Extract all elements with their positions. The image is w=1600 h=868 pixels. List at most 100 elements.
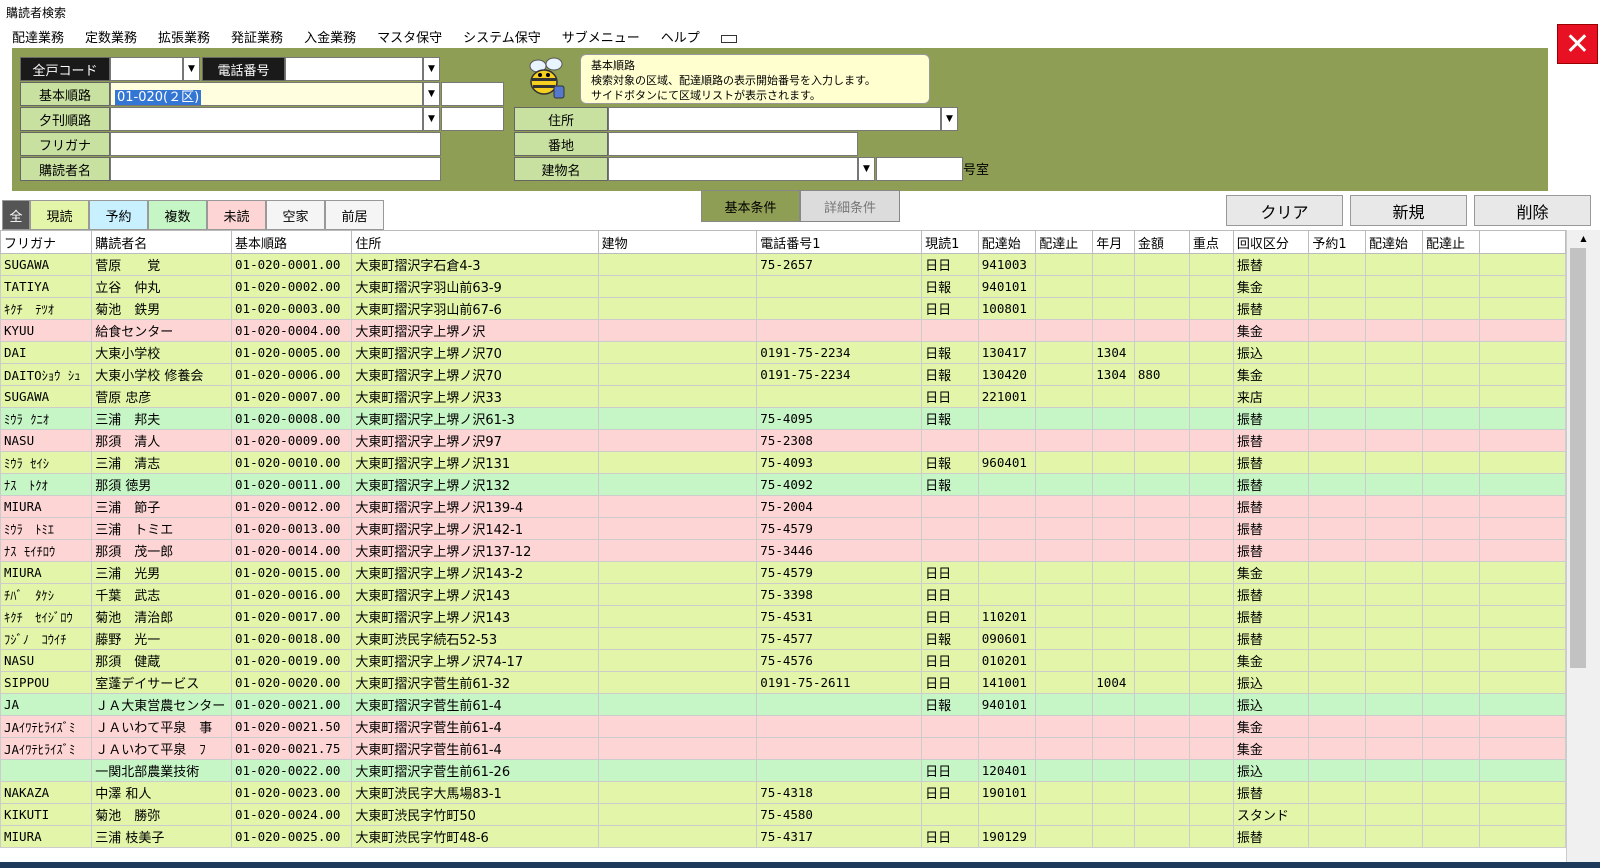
column-header[interactable]: 年月 <box>1092 230 1135 254</box>
table-row[interactable]: JAｲﾜﾃﾋﾗｲｽﾞﾐ ＪＡいわて平泉 事 01-020-0021.50 大東町摺沢字… <box>0 715 1566 738</box>
table-row[interactable]: ﾁﾊﾞ ﾀｹｼ 千葉 武志 01-020-0016.00 大東町摺沢字上堺ノ沢143 7… <box>0 583 1566 606</box>
minimize-icon[interactable] <box>720 35 737 43</box>
table-cell <box>1092 715 1135 738</box>
column-header[interactable]: 予約1 <box>1308 230 1366 254</box>
column-header[interactable]: 建物 <box>597 230 758 254</box>
tab-all[interactable]: 全 <box>2 200 30 230</box>
table-row[interactable]: ﾅｽ ﾄｸｵ 那須 徳男 01-020-0011.00 大東町摺沢字上堺ノ沢132 75… <box>0 473 1566 496</box>
table-row[interactable]: NASU 那須 清人 01-020-0009.00 大東町摺沢字上堺ノ沢97 75-23… <box>0 429 1566 452</box>
evening-route-label: 夕刊順路 <box>20 107 110 131</box>
all-code-dropdown[interactable]: ▼ <box>183 57 200 81</box>
menu-extended[interactable]: 拡張業務 <box>158 27 210 46</box>
delete-button[interactable]: 削除 <box>1474 195 1591 226</box>
table-row[interactable]: DAI 大東小学校 01-020-0005.00 大東町摺沢字上堺ノ沢70 0191-7… <box>0 341 1566 364</box>
phone-input[interactable] <box>285 57 423 81</box>
scroll-up-icon[interactable]: ▲ <box>1567 230 1600 247</box>
address-input[interactable] <box>608 107 941 131</box>
table-row[interactable]: MIURA 三浦 節子 01-020-0012.00 大東町摺沢字上堺ノ沢139-4 7… <box>0 495 1566 518</box>
building-dropdown[interactable]: ▼ <box>858 157 875 181</box>
basic-route-number-input[interactable] <box>441 82 504 106</box>
column-header[interactable]: フリガナ <box>0 230 93 254</box>
evening-route-dropdown[interactable]: ▼ <box>423 107 440 131</box>
room-input[interactable] <box>876 157 963 181</box>
table-row[interactable]: ﾌｼﾞﾉ ｺｳｲﾁ 藤野 光一 01-020-0018.00 大東町渋民字続石52-5… <box>0 627 1566 650</box>
menu-delivery[interactable]: 配達業務 <box>12 27 64 46</box>
new-button[interactable]: 新規 <box>1350 195 1467 226</box>
column-header[interactable]: 回収区分 <box>1232 230 1310 254</box>
table-cell: 75-4093 <box>756 451 923 474</box>
table-cell: NASU <box>0 649 93 672</box>
column-header[interactable]: 基本順路 <box>231 230 353 254</box>
table-cell: 日報 <box>921 341 979 364</box>
column-header[interactable]: 重点 <box>1188 230 1234 254</box>
menu-help[interactable]: ヘルプ <box>661 27 700 46</box>
tab-basic-conditions[interactable]: 基本条件 <box>701 190 800 222</box>
table-row[interactable]: JA ＪＡ大東営農センター 01-020-0021.00 大東町摺沢字菅生前61-4 日… <box>0 693 1566 716</box>
table-cell <box>1035 715 1094 738</box>
column-header[interactable]: 現読1 <box>921 230 979 254</box>
table-row[interactable]: SUGAWA 菅原 覚 01-020-0001.00 大東町摺沢字石倉4-3 75-26… <box>0 253 1566 276</box>
table-row[interactable]: JAｲﾜﾃﾋﾗｲｽﾞﾐ ＪＡいわて平泉 ﾌ 01-020-0021.75 大東町摺沢字… <box>0 737 1566 760</box>
tab-current[interactable]: 現読 <box>30 200 89 230</box>
table-row[interactable]: ﾐｳﾗ ｾｲｼ 三浦 清志 01-020-0010.00 大東町摺沢字上堺ノ沢131 7… <box>0 451 1566 474</box>
table-cell: ﾐｳﾗ ｸﾆｵ <box>0 407 93 430</box>
menu-fixed[interactable]: 定数業務 <box>85 27 137 46</box>
tab-multiple[interactable]: 複数 <box>148 200 207 230</box>
tab-previous[interactable]: 前居 <box>325 200 384 230</box>
evening-route-number-input[interactable] <box>441 107 504 131</box>
table-row[interactable]: KIKUTI 菊池 勝弥 01-020-0024.00 大東町渋民字竹町50 75-45… <box>0 803 1566 826</box>
table-row[interactable]: 一関北部農業技術 01-020-0022.00 大東町摺沢字菅生前61-26 日日 12… <box>0 759 1566 782</box>
phone-dropdown[interactable]: ▼ <box>423 57 440 81</box>
column-header[interactable]: 配達止 <box>1422 230 1480 254</box>
building-input[interactable] <box>608 157 858 181</box>
all-code-input[interactable] <box>110 57 183 81</box>
column-header[interactable]: 購読者名 <box>91 230 233 254</box>
close-button[interactable]: ✕ <box>1557 24 1598 64</box>
table-cell: 日日 <box>921 385 979 408</box>
table-row[interactable]: KYUU 給食センター 01-020-0004.00 大東町摺沢字上堺ノ沢 集金 <box>0 319 1566 342</box>
table-cell: 01-020-0002.00 <box>231 275 353 298</box>
column-header[interactable]: 配達止 <box>1035 230 1094 254</box>
table-row[interactable]: ﾐｳﾗ ｸﾆｵ 三浦 邦夫 01-020-0008.00 大東町摺沢字上堺ノ沢61-3… <box>0 407 1566 430</box>
menu-issuance[interactable]: 発証業務 <box>231 27 283 46</box>
basic-route-input[interactable]: 01-020(２区) <box>110 82 423 106</box>
table-row[interactable]: ﾐｳﾗ ﾄﾐｴ 三浦 トミエ 01-020-0013.00 大東町摺沢字上堺ノ沢142… <box>0 517 1566 540</box>
table-row[interactable]: SUGAWA 菅原 忠彦 01-020-0007.00 大東町摺沢字上堺ノ沢33 日日 2… <box>0 385 1566 408</box>
column-header[interactable]: 住所 <box>351 230 599 254</box>
scroll-thumb[interactable] <box>1570 248 1586 668</box>
table-row[interactable]: ｷｸﾁ ﾃﾂｵ 菊池 鉄男 01-020-0003.00 大東町摺沢字羽山前67-6 日… <box>0 297 1566 320</box>
table-row[interactable]: NASU 那須 健蔵 01-020-0019.00 大東町摺沢字上堺ノ沢74-17 75… <box>0 649 1566 672</box>
table-row[interactable]: MIURA 三浦 光男 01-020-0015.00 大東町摺沢字上堺ノ沢143-2 7… <box>0 561 1566 584</box>
column-header[interactable]: 配達始 <box>1365 230 1423 254</box>
clear-button[interactable]: クリア <box>1226 195 1343 226</box>
basic-route-dropdown[interactable]: ▼ <box>423 82 440 106</box>
menu-payment[interactable]: 入金業務 <box>304 27 356 46</box>
menu-system[interactable]: システム保守 <box>463 27 541 46</box>
table-cell <box>1092 605 1135 628</box>
menu-master[interactable]: マスタ保守 <box>377 27 442 46</box>
subscriber-name-input[interactable] <box>110 157 441 181</box>
tab-vacant[interactable]: 空家 <box>266 200 325 230</box>
menu-submenu[interactable]: サブメニュー <box>562 27 640 46</box>
column-header[interactable]: 電話番号1 <box>756 230 923 254</box>
furigana-input[interactable] <box>110 132 441 156</box>
table-row[interactable]: ｷｸﾁ ｾｲｼﾞﾛｳ 菊池 清治郎 01-020-0017.00 大東町摺沢字上堺ノ沢… <box>0 605 1566 628</box>
address-dropdown[interactable]: ▼ <box>941 107 958 131</box>
table-row[interactable]: NAKAZA 中澤 和人 01-020-0023.00 大東町渋民字大馬場83-1 75… <box>0 781 1566 804</box>
table-row[interactable]: MIURA 三浦 枝美子 01-020-0025.00 大東町渋民字竹町48-6 75-… <box>0 825 1566 848</box>
column-header[interactable]: 金額 <box>1133 230 1190 254</box>
lot-input[interactable] <box>608 132 858 156</box>
tab-reserved[interactable]: 予約 <box>89 200 148 230</box>
table-row[interactable]: SIPPOU 室蓬デイサービス 01-020-0020.00 大東町摺沢字菅生前61-… <box>0 671 1566 694</box>
tab-unread[interactable]: 未読 <box>207 200 266 230</box>
table-row[interactable]: ﾅｽ ﾓｲﾁﾛｳ 那須 茂一郎 01-020-0014.00 大東町摺沢字上堺ノ沢13… <box>0 539 1566 562</box>
column-header[interactable]: 配達始 <box>977 230 1037 254</box>
vertical-scrollbar[interactable]: ▲ <box>1566 230 1600 864</box>
table-cell: 01-020-0001.00 <box>231 253 353 276</box>
table-row[interactable]: DAITOｼｮｳ ｼｭ 大東小学校 修養会 01-020-0006.00 大東町摺沢字… <box>0 363 1566 386</box>
tab-detail-conditions[interactable]: 詳細条件 <box>800 190 900 222</box>
table-cell: SIPPOU <box>0 671 93 694</box>
evening-route-input[interactable] <box>110 107 423 131</box>
window-title: 購読者検索 <box>6 6 67 20</box>
table-row[interactable]: TATIYA 立谷 仲丸 01-020-0002.00 大東町摺沢字羽山前63-9 日報… <box>0 275 1566 298</box>
